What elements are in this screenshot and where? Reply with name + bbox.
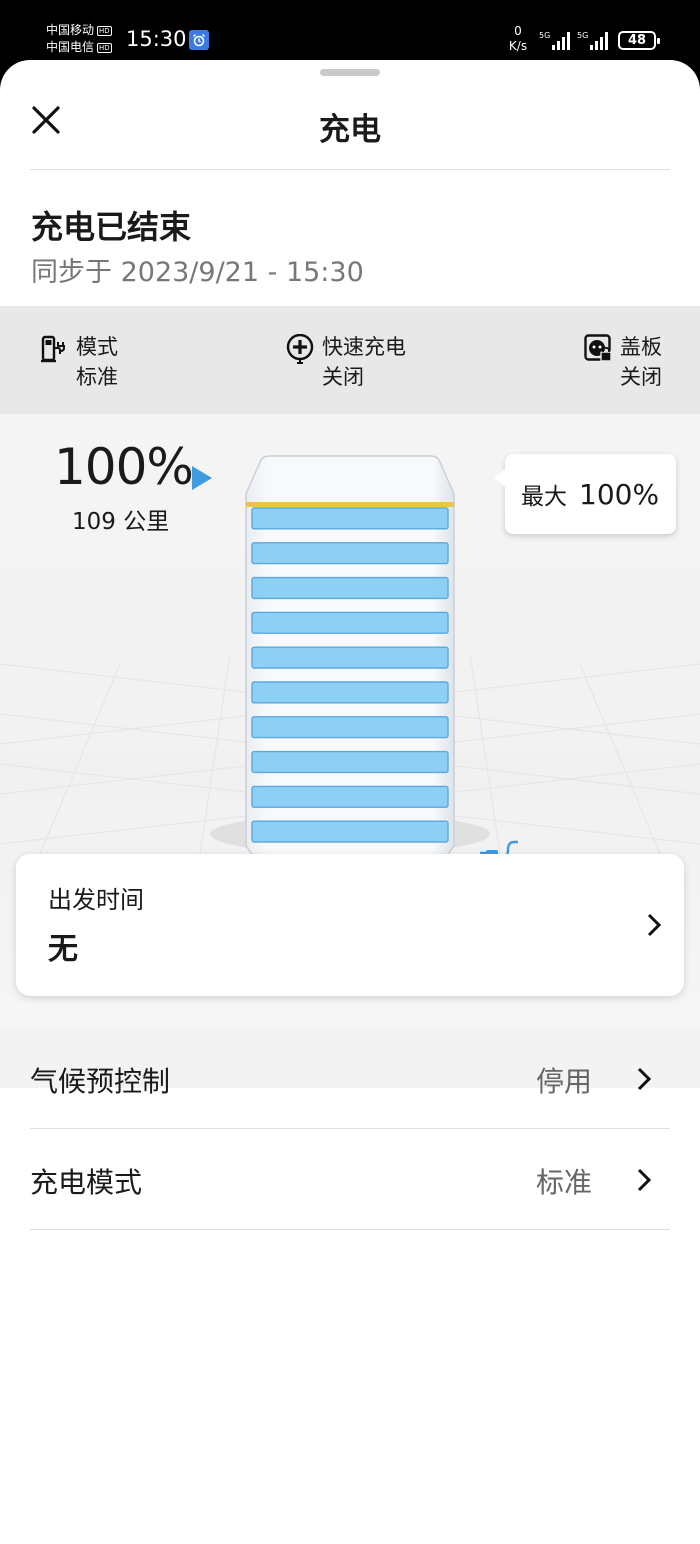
charging-info-bar: 模式 标准 快速充电 关闭 盖板 关闭 — [0, 306, 700, 414]
battery-cell — [251, 576, 449, 600]
charge-status-title: 充电已结束 — [31, 208, 192, 246]
mode-label: 模式 — [76, 335, 118, 359]
battery-cell — [251, 507, 449, 530]
battery-level: 48 — [627, 33, 647, 48]
chevron-right-icon — [637, 1067, 652, 1091]
battery-cell — [251, 646, 449, 669]
battery-cell — [251, 785, 449, 808]
page-title: 充电 — [319, 112, 381, 148]
max-label: 最大 — [521, 484, 567, 510]
mode-value: 标准 — [76, 365, 118, 389]
signal-2-icon: 5G — [577, 31, 608, 50]
battery-cell — [251, 716, 449, 739]
flap-label: 盖板 — [620, 335, 662, 359]
battery-cell — [251, 750, 449, 774]
signal-1-label: 5G — [539, 31, 550, 40]
chevron-right-icon — [637, 1168, 652, 1192]
settings-row-climate[interactable]: 气候预控制 停用 — [30, 1028, 670, 1129]
battery-indicator: 48 — [618, 31, 660, 50]
mode-info[interactable]: 模式 标准 — [40, 332, 118, 392]
flap-value: 关闭 — [620, 365, 662, 389]
charging-flap-lock-icon — [584, 334, 612, 362]
chevron-right-icon — [647, 913, 662, 937]
row-label: 气候预控制 — [30, 1065, 171, 1098]
carrier-1: 中国移动 — [46, 23, 95, 37]
row-value: 标准 — [535, 1166, 592, 1199]
battery-cell — [251, 820, 449, 843]
net-speed-value: 0 — [514, 24, 522, 38]
level-pointer-icon — [192, 466, 212, 490]
battery-range: 109 公里 — [72, 509, 170, 535]
battery-cell — [251, 611, 449, 634]
charge-limit-tooltip[interactable]: 最大 100% — [494, 454, 676, 534]
settings-row-charge-mode[interactable]: 充电模式 标准 — [30, 1129, 670, 1230]
fast-charge-value: 关闭 — [322, 365, 364, 389]
row-value: 停用 — [535, 1065, 592, 1098]
departure-value: 无 — [48, 932, 78, 967]
net-speed-unit: K/s — [508, 39, 528, 53]
sync-info: 同步于 2023/9/21 - 15:30 — [31, 250, 364, 289]
departure-time-card[interactable]: 出发时间 无 — [16, 854, 684, 996]
fast-charge-icon — [286, 334, 314, 364]
max-value: 100% — [579, 477, 660, 511]
battery-percent: 100% — [54, 438, 194, 496]
charge-limit-line — [246, 502, 454, 507]
row-label: 充电模式 — [30, 1166, 143, 1199]
status-bar: 中国移动 HD 中国电信 HD 15:30 0 K/s 5G 5G 48 — [0, 0, 700, 64]
flap-info[interactable]: 盖板 关闭 — [584, 332, 662, 392]
charger-plug-icon — [41, 335, 65, 363]
clock: 15:30 — [126, 27, 187, 51]
sync-prefix: 同步于 — [31, 257, 112, 288]
alarm-icon — [189, 30, 209, 50]
sync-time: 2023/9/21 - 15:30 — [120, 257, 364, 288]
battery-cell — [251, 681, 449, 704]
battery-cell — [251, 542, 449, 565]
carrier-2: 中国电信 — [46, 40, 95, 54]
fast-charge-label: 快速充电 — [322, 335, 406, 359]
fast-charge-info[interactable]: 快速充电 关闭 — [286, 332, 406, 392]
battery-graphic — [245, 455, 455, 875]
signal-1-icon: 5G — [539, 31, 570, 50]
carrier-info: 中国移动 HD 中国电信 HD — [46, 22, 112, 56]
close-icon[interactable] — [30, 104, 62, 136]
hd-badge: HD — [97, 42, 112, 53]
departure-label: 出发时间 — [48, 886, 144, 914]
sheet-header: 充电 — [30, 60, 670, 170]
net-speed: 0 K/s — [506, 24, 530, 54]
charging-sheet: 充电 充电已结束 同步于 2023/9/21 - 15:30 模式 标准 快速充… — [0, 60, 700, 1544]
hd-badge: HD — [97, 25, 112, 36]
signal-2-label: 5G — [577, 31, 588, 40]
